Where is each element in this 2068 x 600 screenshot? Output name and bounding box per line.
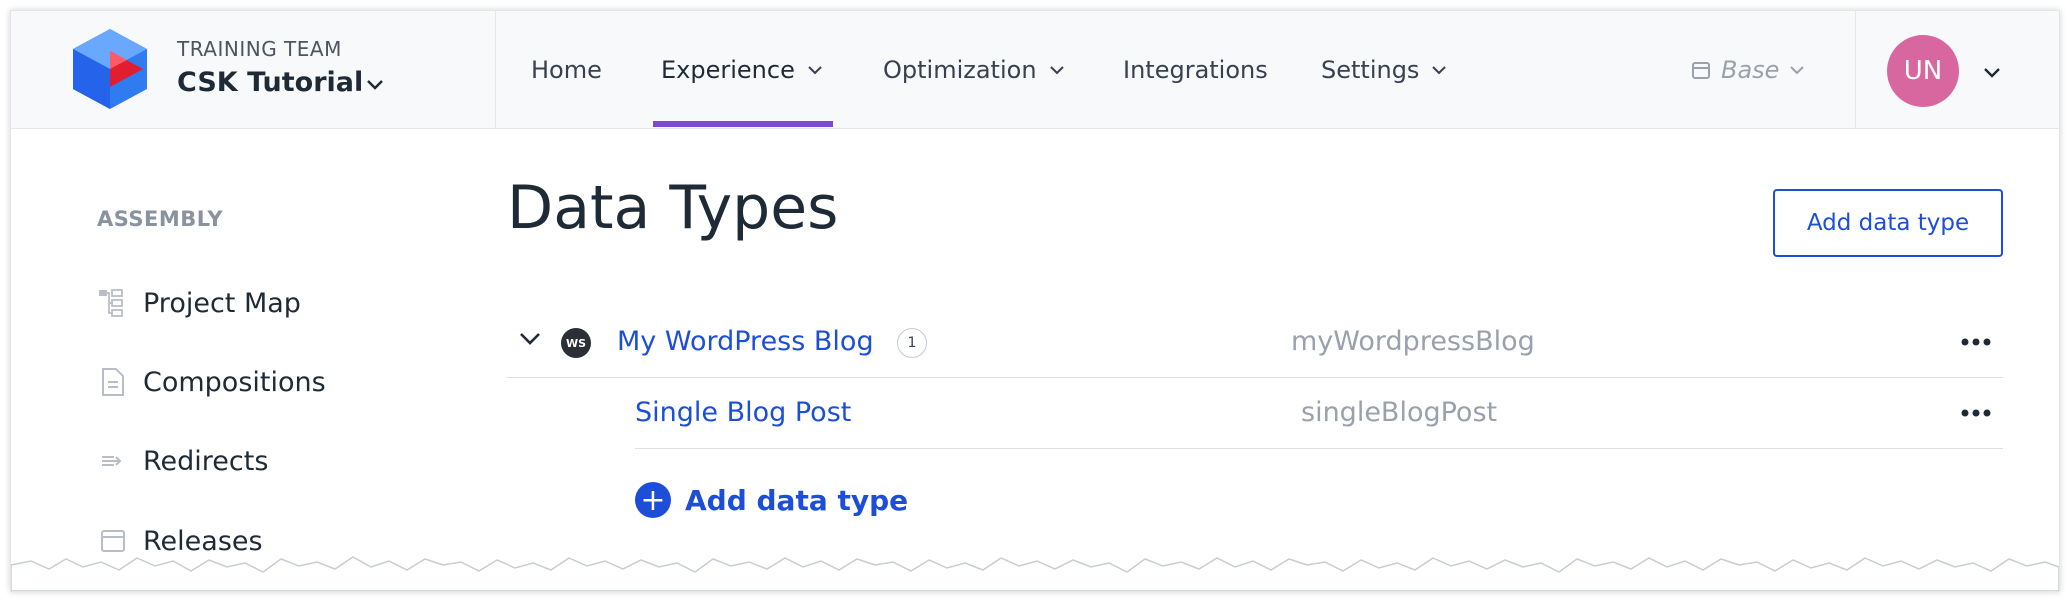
more-options-icon[interactable] bbox=[1961, 338, 1991, 346]
row-divider bbox=[507, 377, 2003, 378]
chevron-down-icon[interactable] bbox=[366, 79, 384, 91]
chevron-down-icon[interactable] bbox=[1983, 67, 2001, 79]
document-icon bbox=[97, 366, 129, 398]
top-header: TRAINING TEAM CSK Tutorial Home Experien… bbox=[11, 11, 2059, 129]
more-options-icon[interactable] bbox=[1961, 409, 1991, 417]
sidebar-item-redirects[interactable]: Redirects bbox=[97, 441, 268, 481]
add-data-type-inline-button[interactable]: + Add data type bbox=[635, 478, 908, 522]
project-name[interactable]: CSK Tutorial bbox=[177, 67, 363, 98]
nav-optimization[interactable]: Optimization bbox=[883, 11, 1065, 128]
sidebar-item-compositions[interactable]: Compositions bbox=[97, 362, 326, 402]
nav-home[interactable]: Home bbox=[531, 11, 602, 128]
data-source-row[interactable]: WS My WordPress Blog 1 myWordpressBlog bbox=[507, 308, 2003, 378]
add-data-type-button[interactable]: Add data type bbox=[1773, 189, 2003, 257]
calendar-icon bbox=[1692, 61, 1710, 79]
data-type-name[interactable]: Single Blog Post bbox=[635, 397, 851, 428]
environment-selector[interactable]: Base bbox=[1691, 11, 1805, 128]
team-label: TRAINING TEAM bbox=[177, 37, 342, 61]
avatar[interactable]: UN bbox=[1887, 35, 1959, 107]
data-type-key: singleBlogPost bbox=[1301, 397, 1498, 428]
plus-icon: + bbox=[635, 482, 671, 518]
row-divider bbox=[635, 448, 2003, 449]
nav-settings[interactable]: Settings bbox=[1321, 11, 1447, 128]
sidebar-item-project-map[interactable]: Project Map bbox=[97, 283, 301, 323]
project-map-icon bbox=[97, 287, 129, 319]
nav-integrations[interactable]: Integrations bbox=[1123, 11, 1268, 128]
data-type-row[interactable]: Single Blog Post singleBlogPost bbox=[507, 379, 2003, 449]
chevron-down-icon[interactable] bbox=[519, 332, 541, 346]
uniform-logo-icon[interactable] bbox=[71, 27, 149, 111]
sidebar-heading: ASSEMBLY bbox=[97, 207, 224, 231]
data-source-name[interactable]: My WordPress Blog bbox=[617, 326, 874, 357]
redirect-icon bbox=[97, 445, 129, 477]
page-title: Data Types bbox=[507, 173, 839, 243]
chevron-down-icon bbox=[1049, 65, 1064, 74]
app-window: TRAINING TEAM CSK Tutorial Home Experien… bbox=[10, 10, 2060, 592]
chevron-down-icon bbox=[1790, 65, 1805, 74]
count-badge: 1 bbox=[897, 328, 927, 358]
torn-edge-decoration bbox=[11, 556, 2059, 591]
chevron-down-icon bbox=[808, 65, 822, 74]
header-divider bbox=[1855, 11, 1856, 128]
header-divider bbox=[495, 11, 496, 128]
nav-experience[interactable]: Experience bbox=[661, 11, 823, 128]
nav-active-indicator bbox=[653, 121, 833, 127]
chevron-down-icon bbox=[1432, 65, 1447, 74]
wordpress-source-icon: WS bbox=[561, 328, 591, 358]
data-source-key: myWordpressBlog bbox=[1291, 326, 1535, 357]
